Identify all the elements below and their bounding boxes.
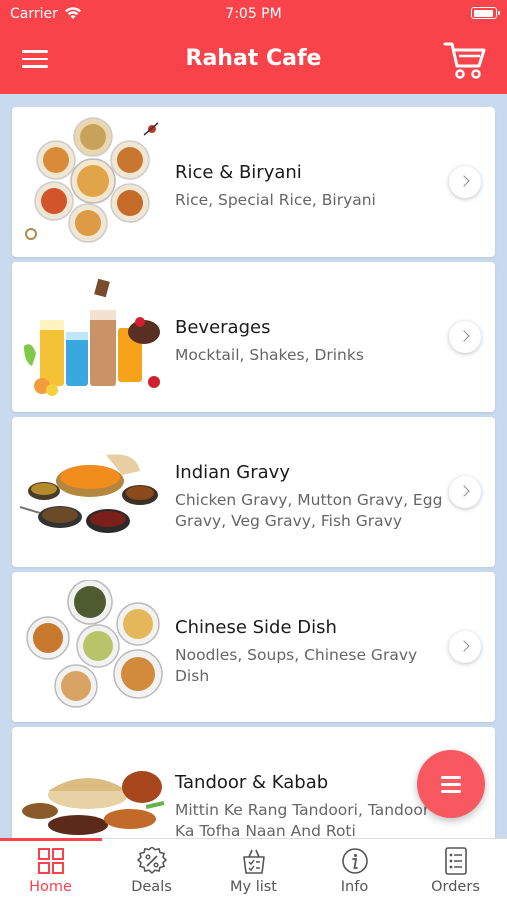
category-subtitle: Mocktail, Shakes, Drinks [175,346,364,364]
tab-label: Home [29,879,72,895]
basket-list-icon [243,849,265,874]
category-list: Rice & Biryani Rice, Special Rice, Birya… [0,94,507,838]
category-title: Beverages [175,317,271,338]
tab-home[interactable]: Home [0,839,101,900]
page-title: Rahat Cafe [185,46,322,71]
status-bar: Carrier 7:05 PM [0,0,507,30]
category-title: Chinese Side Dish [175,617,337,638]
status-time: 7:05 PM [225,6,282,22]
category-title: Tandoor & Kabab [175,772,329,793]
beverages-image [24,278,160,396]
category-card-beverages[interactable]: Beverages Mocktail, Shakes, Drinks [12,262,495,412]
chevron-right-icon[interactable] [449,321,481,353]
chinese-dishes-image [26,580,163,708]
discount-badge-icon [137,847,167,875]
tab-label: My list [230,879,277,895]
grid-icon [38,848,64,874]
category-subtitle: Mittin Ke Rang Tandoori, Tandoor Ka Tofh… [175,801,430,838]
indian-gravy-image [19,454,158,533]
chevron-right-icon[interactable] [449,631,481,663]
category-subtitle: Rice, Special Rice, Biryani [175,191,376,209]
floating-menu-button[interactable] [417,750,485,818]
category-title: Indian Gravy [175,462,290,483]
category-card-indian-gravy[interactable]: Indian Gravy Chicken Gravy, Mutton Gravy… [12,417,495,567]
category-subtitle: Chicken Gravy, Mutton Gravy, Egg Gravy, … [175,491,443,530]
biryani-platter-image [25,117,159,243]
category-title: Rice & Biryani [175,162,302,183]
category-card-rice-biryani[interactable]: Rice & Biryani Rice, Special Rice, Birya… [12,107,495,257]
bottom-tab-bar: Home Deals My list Info Orders [0,838,507,900]
chevron-right-icon[interactable] [449,476,481,508]
tab-info[interactable]: Info [304,839,405,900]
tab-label: Info [340,879,369,895]
category-card-chinese-side-dish[interactable]: Chinese Side Dish Noodles, Soups, Chines… [12,572,495,722]
tab-orders[interactable]: Orders [405,839,506,900]
tab-label: Deals [131,879,172,895]
orders-list-icon [445,847,467,875]
info-icon [342,848,368,874]
tandoor-kabab-image [22,771,165,835]
tab-my-list[interactable]: My list [203,839,304,900]
tab-deals[interactable]: Deals [101,839,202,900]
category-subtitle: Noodles, Soups, Chinese Gravy Dish [175,646,418,685]
chevron-right-icon[interactable] [449,166,481,198]
tab-label: Orders [431,879,480,895]
cart-icon[interactable] [443,40,487,80]
battery-icon [471,7,500,19]
app-header: Carrier 7:05 PM Rahat Cafe [0,0,507,94]
